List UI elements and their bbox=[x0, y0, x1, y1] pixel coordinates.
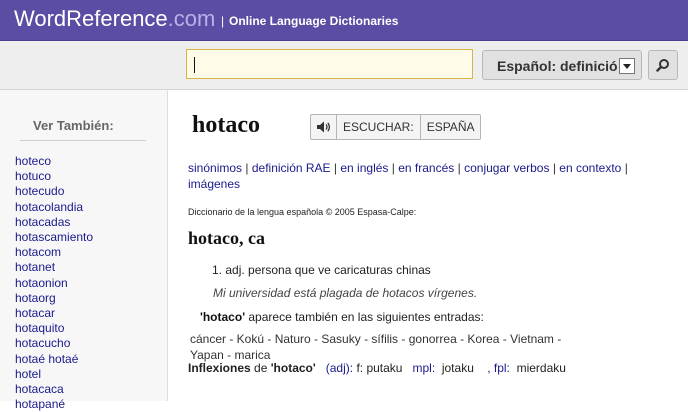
see-also-item[interactable]: hoteco bbox=[15, 154, 93, 169]
link-context[interactable]: en contexto bbox=[559, 161, 621, 175]
search-input[interactable] bbox=[186, 49, 473, 79]
headword: hotaco bbox=[192, 112, 260, 138]
link-separator: | bbox=[333, 161, 338, 175]
link-conjugate[interactable]: conjugar verbos bbox=[464, 161, 549, 175]
see-also-sidebar: Ver También: hoteco hotuco hotecudo hota… bbox=[0, 90, 168, 411]
entry-title: hotaco, ca bbox=[188, 228, 265, 248]
logo-main: WordReference bbox=[14, 6, 168, 31]
inflections-label: Inflexiones bbox=[188, 361, 251, 375]
search-button[interactable] bbox=[648, 50, 678, 80]
inflections-fpl-label: , fpl: bbox=[487, 361, 510, 375]
see-also-item[interactable]: hotascamiento bbox=[15, 230, 93, 245]
example-sentence: Mi universidad está plagada de hotacos v… bbox=[213, 286, 478, 300]
see-also-item[interactable]: hotecudo bbox=[15, 184, 93, 199]
region-spain-button[interactable]: ESPAÑA bbox=[421, 115, 481, 139]
inflections-f-value: putaku bbox=[366, 361, 403, 375]
see-also-item[interactable]: hotapané bbox=[15, 397, 93, 412]
link-separator: | bbox=[624, 161, 628, 175]
header-separator: | bbox=[221, 14, 225, 28]
see-also-item[interactable]: hotacaca bbox=[15, 382, 93, 397]
also-appears-words[interactable]: cáncer - Kokú - Naturo - Sasuky - sífili… bbox=[190, 331, 590, 363]
also-text: aparece también en las siguientes entrad… bbox=[245, 310, 484, 324]
listen-label: ESCUCHAR: bbox=[337, 115, 421, 139]
inflections-pos: (adj): bbox=[325, 361, 354, 375]
play-audio-button[interactable] bbox=[311, 115, 337, 139]
link-images[interactable]: imágenes bbox=[188, 177, 240, 191]
see-also-item[interactable]: hotacadas bbox=[15, 215, 93, 230]
link-separator: | bbox=[391, 161, 395, 175]
see-also-item[interactable]: hotel bbox=[15, 367, 93, 382]
inflections: Inflexiones de 'hotaco' (adj): f: putaku… bbox=[188, 361, 566, 375]
inflections-mpl-label: mpl: bbox=[412, 361, 436, 375]
see-also-item[interactable]: hotaé hotaé bbox=[15, 352, 93, 367]
link-separator: | bbox=[457, 161, 461, 175]
site-tagline: Online Language Dictionaries bbox=[229, 14, 399, 28]
logo-suffix: .com bbox=[167, 6, 216, 31]
see-also-item[interactable]: hotaquito bbox=[15, 321, 93, 336]
link-separator: | bbox=[552, 161, 556, 175]
definition: 1. adj. persona que ve caricaturas china… bbox=[212, 263, 431, 277]
see-also-item[interactable]: hotacar bbox=[15, 306, 93, 321]
dictionary-select[interactable]: Español: definición bbox=[482, 50, 642, 80]
dictionary-source: Diccionario de la lengua española © 2005… bbox=[188, 207, 417, 217]
site-header: WordReference.com | Online Language Dict… bbox=[0, 0, 688, 41]
link-french[interactable]: en francés bbox=[398, 161, 454, 175]
inflections-fpl-value: mierdaku bbox=[516, 361, 566, 375]
inflections-f-label: f: bbox=[353, 361, 367, 375]
link-separator: | bbox=[245, 161, 249, 175]
chevron-down-icon[interactable] bbox=[619, 58, 635, 74]
link-synonyms[interactable]: sinónimos bbox=[188, 161, 242, 175]
search-icon bbox=[656, 59, 669, 72]
dictionary-select-label: Español: definición bbox=[497, 58, 617, 74]
sidebar-divider bbox=[20, 140, 146, 141]
inflections-term: 'hotaco' bbox=[270, 361, 316, 375]
see-also-item[interactable]: hotaonion bbox=[15, 276, 93, 291]
see-also-item[interactable]: hotacucho bbox=[15, 336, 93, 351]
see-also-list: hoteco hotuco hotecudo hotacolandia hota… bbox=[15, 154, 93, 412]
see-also-item[interactable]: hotacom bbox=[15, 245, 93, 260]
inflections-de: de bbox=[250, 361, 271, 375]
see-also-item[interactable]: hotaorg bbox=[15, 291, 93, 306]
audio-player: ESCUCHAR: ESPAÑA bbox=[310, 114, 482, 140]
link-english[interactable]: en inglés bbox=[340, 161, 388, 175]
related-links: sinónimos | definición RAE | en inglés |… bbox=[188, 160, 668, 192]
also-appears-line: 'hotaco' aparece también en las siguient… bbox=[200, 310, 484, 324]
see-also-item[interactable]: hotacolandia bbox=[15, 200, 93, 215]
see-also-item[interactable]: hotuco bbox=[15, 169, 93, 184]
link-rae-definition[interactable]: definición RAE bbox=[252, 161, 331, 175]
search-bar: Español: definición bbox=[0, 41, 688, 90]
speaker-icon bbox=[317, 121, 331, 133]
also-term: 'hotaco' bbox=[200, 310, 246, 324]
inflections-mpl-value: jotaku bbox=[441, 361, 474, 375]
see-also-item[interactable]: hotanet bbox=[15, 260, 93, 275]
site-logo[interactable]: WordReference.com bbox=[14, 6, 215, 32]
text-cursor bbox=[194, 57, 195, 73]
see-also-heading: Ver También: bbox=[33, 118, 114, 133]
